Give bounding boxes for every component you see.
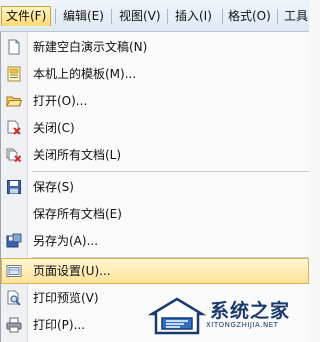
menu-file[interactable]: 文件(F) [1, 6, 52, 26]
menu-separator [55, 9, 56, 24]
template-icon [6, 66, 22, 82]
menu-separator [277, 9, 278, 24]
save-disk-icon [6, 179, 22, 195]
new-document-icon [6, 39, 22, 55]
close-all-documents-icon [6, 147, 22, 163]
print-preview-icon [6, 290, 22, 306]
menu-item-label: 页面设置(U)... [33, 264, 111, 278]
watermark-logo: 系统之家 XITONGZHIJIA.NET [148, 294, 298, 338]
menu-item-label: 保存(S) [33, 180, 74, 194]
menu-item-save[interactable]: 保存(S) [1, 174, 309, 200]
menu-format[interactable]: 格式(O) [224, 6, 275, 26]
menu-item-label: 保存所有文档(E) [33, 207, 122, 221]
menu-item-label: 打印预览(V) [33, 291, 99, 305]
menu-item-open[interactable]: 打开(O)... [1, 88, 309, 114]
menu-item-close[interactable]: 关闭(C) [1, 115, 309, 141]
menu-tools[interactable]: 工具 [280, 6, 312, 26]
menu-view[interactable]: 视图(V) [115, 6, 165, 26]
menu-edit[interactable]: 编辑(E) [59, 6, 108, 26]
menu-item-label: 打印(P)... [33, 318, 86, 332]
menu-item-label: 打开(O)... [33, 94, 88, 108]
open-folder-icon [6, 93, 23, 109]
menu-item-label: 另存为(A)... [33, 234, 99, 248]
menu-item-page-setup[interactable]: 页面设置(U)... [1, 258, 309, 284]
menu-item-label: 新建空白演示文稿(N) [33, 40, 148, 54]
menu-item-new-blank[interactable]: 新建空白演示文稿(N) [1, 34, 309, 60]
printer-icon [6, 317, 22, 333]
house-logo-icon [148, 297, 206, 335]
menu-item-label: 关闭(C) [33, 121, 75, 135]
menu-item-label: 本机上的模板(M)... [33, 67, 137, 81]
menu-divider [32, 171, 309, 172]
menu-item-label: 关闭所有文档(L) [33, 148, 122, 162]
watermark-url: XITONGZHIJIA.NET [206, 321, 279, 329]
menu-item-local-templates[interactable]: 本机上的模板(M)... [1, 61, 309, 87]
menu-item-close-all[interactable]: 关闭所有文档(L) [1, 142, 309, 168]
menu-separator [222, 9, 223, 24]
menu-item-save-as[interactable]: 另存为(A)... [1, 228, 309, 254]
menu-insert[interactable]: 插入(I) [171, 6, 216, 26]
watermark-title: 系统之家 [210, 300, 291, 322]
menu-separator [167, 9, 168, 24]
menu-separator [111, 9, 112, 24]
menu-bar: 文件(F) 编辑(E) 视图(V) 插入(I) 格式(O) 工具 [0, 0, 309, 32]
save-as-icon [6, 233, 22, 249]
menu-item-save-all[interactable]: 保存所有文档(E) [1, 201, 309, 227]
page-setup-icon [6, 263, 22, 279]
close-document-icon [6, 120, 22, 136]
